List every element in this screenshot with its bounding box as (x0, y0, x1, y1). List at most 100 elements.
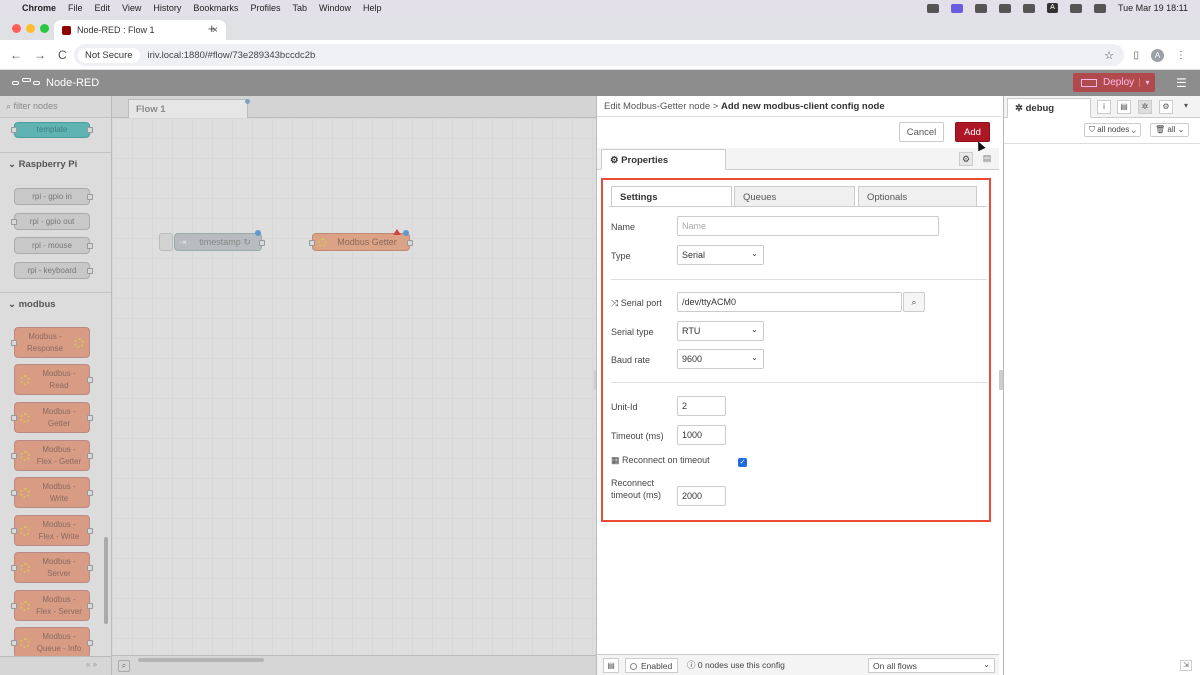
add-button[interactable]: Add (955, 122, 990, 142)
info-tab-icon[interactable]: i (1097, 100, 1111, 114)
status-icon-1[interactable] (926, 3, 939, 13)
name-input[interactable]: Name (677, 216, 939, 236)
wifi-icon[interactable] (1069, 3, 1082, 13)
reconnect-checkbox[interactable]: ✓ (738, 458, 747, 467)
help-tab-icon[interactable]: ▤ (1117, 100, 1131, 114)
menu-tab[interactable]: Tab (292, 3, 307, 13)
search-flow-icon[interactable]: ⌕ (118, 660, 130, 672)
palette-node-rpi-mouse[interactable]: rpi - mouse (14, 237, 93, 254)
workspace-scrollbar[interactable] (138, 658, 264, 662)
main-menu-icon[interactable]: ☰ (1176, 76, 1187, 90)
debug-filter-nodes[interactable]: ⛉ all nodes ⌄ (1084, 123, 1141, 137)
palette-node-modbus-response[interactable]: Modbus - Response (11, 327, 90, 358)
bluetooth-icon[interactable] (998, 3, 1011, 13)
timeout-input[interactable]: 1000 (677, 425, 726, 445)
tab-settings[interactable]: Settings (611, 186, 732, 207)
palette-node-modbus-queue-info[interactable]: Modbus - Queue - Info (11, 627, 93, 658)
serial-port-label: ⤨ Serial port (611, 298, 662, 308)
palette-node-modbus-write[interactable]: Modbus - Write (11, 477, 93, 508)
config-tab-icon[interactable]: ⚙ (1159, 100, 1173, 114)
sidebar-more-icon[interactable]: ▾ (1184, 101, 1188, 110)
breadcrumb-parent[interactable]: Edit Modbus-Getter node (604, 101, 710, 112)
palette-node-rpi-gpio-in[interactable]: rpi - gpio in (14, 188, 93, 205)
debug-clear-all[interactable]: 🗑 all ⌄ (1150, 123, 1190, 137)
palette-node-modbus-flex-getter[interactable]: Modbus - Flex - Getter (11, 440, 93, 471)
palette-node-rpi-gpio-out[interactable]: rpi - gpio out (11, 213, 90, 230)
tab-properties[interactable]: ⚙ Properties (601, 149, 726, 170)
url-text[interactable]: iriv.local:1880/#flow/73e289343bccdc2b (148, 50, 316, 61)
grid-icon: ▦ (611, 455, 620, 465)
tab-flow-1[interactable]: Flow 1 (128, 99, 248, 118)
circle-icon (630, 663, 637, 670)
baud-rate-select[interactable]: 9600 ⌄ (677, 349, 764, 369)
status-icon-2[interactable] (974, 3, 987, 13)
debug-tab-icon[interactable]: ✲ (1138, 100, 1152, 114)
palette-node-modbus-getter[interactable]: Modbus - Getter (11, 402, 93, 433)
profile-avatar[interactable]: A (1151, 49, 1164, 62)
palette-node-modbus-flex-server[interactable]: Modbus - Flex - Server (11, 590, 93, 621)
tab-debug[interactable]: ✲ debug (1007, 98, 1091, 118)
node-settings-gear-icon[interactable]: ⚙ (959, 152, 973, 166)
node-description-icon[interactable]: ▤ (980, 152, 994, 166)
menu-app-chrome[interactable]: Chrome (22, 3, 56, 13)
bookmark-star-icon[interactable]: ☆ (1104, 49, 1114, 62)
menu-view[interactable]: View (122, 3, 141, 13)
name-label: Name (611, 222, 636, 232)
screen-record-icon[interactable] (950, 3, 963, 13)
menu-file[interactable]: File (68, 3, 83, 13)
tab-optionals[interactable]: Optionals (858, 186, 977, 207)
enabled-toggle[interactable]: Enabled (625, 658, 678, 673)
flow-canvas[interactable]: ⇥ timestamp ↻ Modbus Getter (112, 118, 596, 655)
palette-scrollbar[interactable] (104, 537, 108, 624)
palette-filter-input[interactable]: ⌕ filter nodes (0, 96, 111, 118)
palette-node-template[interactable]: template (11, 122, 93, 138)
address-bar[interactable]: Not Secure iriv.local:1880/#flow/73e2893… (74, 44, 1124, 66)
clock[interactable]: Tue Mar 19 18:11 (1118, 3, 1188, 13)
more-menu-icon[interactable]: ⋮ (1176, 50, 1186, 61)
flow-node-modbus-getter[interactable]: Modbus Getter (309, 229, 413, 251)
inject-button[interactable] (159, 233, 173, 251)
menu-edit[interactable]: Edit (95, 3, 111, 13)
window-minimize-icon[interactable] (26, 24, 35, 33)
browser-tab[interactable]: Node-RED : Flow 1 × (54, 20, 226, 40)
palette-node-modbus-server[interactable]: Modbus - Server (11, 552, 93, 583)
palette-category-raspberry[interactable]: ⌄ Raspberry Pi (0, 152, 111, 174)
shuffle-icon: ⤨ (611, 298, 619, 308)
sidebar-popout-icon[interactable]: ⇲ (1180, 660, 1192, 671)
config-scope-select[interactable]: On all flows ⌄ (868, 658, 995, 673)
menu-profiles[interactable]: Profiles (250, 3, 280, 13)
tab-queues[interactable]: Queues (734, 186, 855, 207)
palette-node-rpi-keyboard[interactable]: rpi - keyboard (14, 262, 93, 279)
sidepanel-icon[interactable]: ▯ (1133, 50, 1139, 61)
palette-node-modbus-read[interactable]: Modbus - Read (14, 364, 93, 395)
unit-id-input[interactable]: 2 (677, 396, 726, 416)
menu-history[interactable]: History (153, 3, 181, 13)
serial-port-search-icon[interactable]: ⌕ (903, 292, 925, 312)
input-source-icon[interactable]: A (1046, 3, 1058, 13)
battery-icon[interactable] (1022, 3, 1035, 13)
type-select[interactable]: Serial ⌄ (677, 245, 764, 265)
chevron-down-icon: ⌄ (751, 325, 758, 334)
menu-window[interactable]: Window (319, 3, 351, 13)
serial-port-input[interactable]: /dev/ttyACM0 (677, 292, 902, 312)
reload-icon[interactable]: C (58, 48, 72, 62)
new-tab-icon[interactable]: + (208, 21, 216, 36)
menu-bookmarks[interactable]: Bookmarks (193, 3, 238, 13)
window-zoom-icon[interactable] (40, 24, 49, 33)
palette-category-modbus[interactable]: ⌄ modbus (0, 292, 111, 314)
palette-collapse-icon[interactable]: « » (86, 660, 97, 669)
export-config-icon[interactable]: ▤ (603, 658, 619, 673)
palette-node-modbus-flex-write[interactable]: Modbus - Flex - Write (11, 515, 93, 546)
menu-help[interactable]: Help (363, 3, 382, 13)
control-center-icon[interactable] (1093, 3, 1106, 13)
deploy-dropdown-icon[interactable]: ▾ (1139, 78, 1155, 87)
flow-node-timestamp[interactable]: ⇥ timestamp ↻ (174, 230, 265, 251)
forward-icon[interactable]: → (34, 48, 48, 62)
security-chip[interactable]: Not Secure (78, 47, 140, 63)
back-icon[interactable]: ← (10, 48, 24, 62)
cancel-button[interactable]: Cancel (899, 122, 944, 142)
window-close-icon[interactable] (12, 24, 21, 33)
reconnect-timeout-input[interactable]: 2000 (677, 486, 726, 506)
serial-type-select[interactable]: RTU ⌄ (677, 321, 764, 341)
deploy-button[interactable]: Deploy ▾ (1073, 73, 1155, 92)
